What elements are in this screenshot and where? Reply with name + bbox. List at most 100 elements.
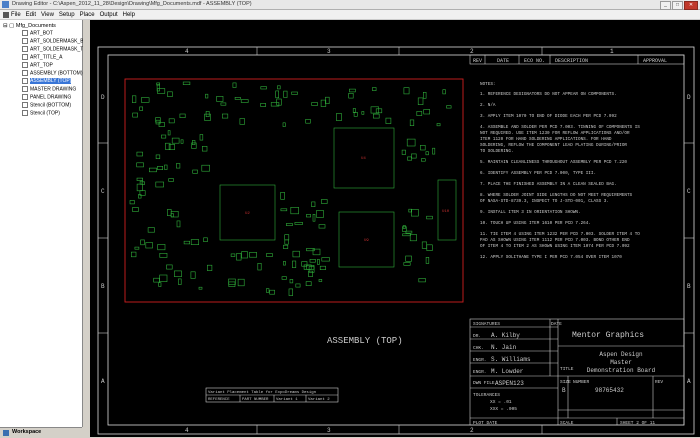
component-footprint — [425, 257, 430, 264]
tree-item-master-drawing[interactable]: MASTER DRAWING — [22, 86, 76, 92]
component-footprint — [290, 207, 299, 215]
component-footprint — [257, 263, 262, 271]
rev-label: REV — [655, 379, 663, 385]
component-footprint — [222, 113, 229, 119]
tolerance-xxx: XXX = .005 — [490, 406, 517, 412]
menu-file[interactable]: File — [11, 12, 21, 18]
number-value: 98765432 — [595, 387, 624, 394]
sheet-icon — [22, 94, 28, 100]
drawing-canvas[interactable]: 4 3 2 1 4 3 2 D C B A D C B A REV DATE E… — [90, 20, 700, 437]
sig-name-chk: N. Jain — [491, 344, 517, 351]
component-footprint — [275, 90, 279, 99]
component-footprint — [409, 119, 415, 127]
component-footprint — [420, 158, 426, 162]
component-footprint — [306, 214, 311, 218]
sheet-icon — [22, 102, 28, 108]
menu-help[interactable]: Help — [123, 12, 135, 18]
component-footprint — [292, 260, 297, 268]
component-footprint — [283, 90, 288, 98]
component-footprint — [140, 97, 150, 103]
component-footprint — [319, 265, 326, 270]
component-footprint — [403, 262, 411, 266]
zone-col-2-bottom: 2 — [470, 427, 474, 434]
component-footprint — [155, 117, 161, 123]
dwn-file-value: ASPEN123 — [495, 380, 524, 387]
component-footprint — [220, 102, 227, 106]
menu-output[interactable]: Output — [100, 12, 118, 18]
component-footprint — [353, 112, 358, 117]
component-footprint — [260, 86, 267, 90]
component-footprint — [312, 214, 316, 222]
component-footprint — [147, 227, 155, 233]
note-line: ITEM 1120 FOR HAND SOLDERING APPLICATION… — [480, 137, 612, 142]
menu-edit[interactable]: Edit — [26, 12, 36, 18]
component-footprint — [292, 250, 300, 258]
component-footprint — [234, 97, 241, 100]
component-footprint — [266, 288, 270, 293]
sheet-icon — [22, 110, 28, 116]
zone-col-3-top: 3 — [327, 48, 331, 55]
component-footprint — [269, 289, 275, 295]
signatures-label: SIGNATURES — [473, 321, 500, 327]
component-footprint — [207, 264, 213, 271]
component-footprint — [284, 234, 290, 241]
note-line: 1. REFERENCE DESIGNATORS DO NOT APPEAR O… — [480, 92, 617, 97]
tree-item-assembly-top[interactable]: ASSEMBLY (TOP) — [22, 78, 72, 85]
component-footprint — [130, 251, 137, 258]
tree-item-stencil-top[interactable]: Stencil (TOP) — [22, 110, 60, 116]
component-footprint — [295, 283, 301, 288]
tree-item-stencil-bottom[interactable]: Stencil (BOTTOM) — [22, 102, 71, 108]
component-footprint — [204, 113, 211, 121]
date-label: DATE — [551, 321, 562, 327]
component-footprint — [176, 163, 181, 169]
zone-row-b-left: B — [101, 283, 105, 290]
maximize-button[interactable]: □ — [672, 1, 683, 10]
note-line: OF NASA-STD-8739.3, INSPECT TO J-STD-001… — [480, 199, 609, 204]
document-icon[interactable] — [3, 11, 9, 18]
component-footprint — [423, 109, 431, 115]
tree-root[interactable]: ⊟ ▢ Mfg_Documents — [3, 23, 56, 29]
sheet-icon — [22, 30, 28, 36]
note-line: 12. APPLY SOLITHANE TYPE I PER PCD 7.054… — [480, 255, 622, 260]
tree-item-art-title-a[interactable]: ART_TITLE_A — [22, 54, 62, 60]
component-footprint — [180, 139, 184, 144]
close-button[interactable]: ✕ — [684, 1, 698, 10]
zone-row-d-right: D — [687, 94, 691, 101]
component-footprint — [236, 253, 242, 261]
sheet-icon — [22, 62, 28, 68]
rev-header-description: DESCRIPTION — [555, 58, 588, 64]
component-footprint — [131, 207, 139, 212]
splitter[interactable] — [83, 20, 90, 437]
tree-item-assembly-bottom[interactable]: ASSEMBLY (BOTTOM) — [22, 70, 83, 76]
tree-item-art-soldermask-b[interactable]: ART_SOLDERMASK_B — [22, 38, 84, 44]
component-footprint — [168, 118, 175, 124]
variant-col-reference: REFERENCE — [208, 398, 230, 402]
component-footprint — [241, 251, 248, 259]
menu-view[interactable]: View — [41, 12, 54, 18]
menu-setup[interactable]: Setup — [59, 12, 75, 18]
component-footprint — [136, 162, 144, 168]
component-footprint — [159, 274, 168, 282]
minimize-button[interactable]: _ — [660, 1, 671, 10]
tree-item-art-bot[interactable]: ART_BOT — [22, 30, 53, 36]
note-line: 11. TIE ITEM 4 USING ITEM 1232 PER PCD 7… — [480, 232, 640, 237]
rev-header-eco: ECO NO. — [524, 58, 545, 64]
component-footprint — [249, 252, 257, 258]
component-footprint — [286, 223, 293, 226]
tree-item-art-top[interactable]: ART_TOP — [22, 62, 53, 68]
component-footprint — [132, 112, 138, 118]
tree-item-panel-drawing[interactable]: PANEL DRAWING — [22, 94, 71, 100]
component-footprint — [182, 81, 191, 86]
tree-item-art-soldermask-t[interactable]: ART_SOLDERMASK_T — [22, 46, 83, 52]
component-footprint — [167, 209, 172, 216]
component-footprint — [230, 253, 236, 257]
component-footprint — [283, 244, 289, 249]
note-line: 2. N/A — [480, 103, 496, 108]
component-footprint — [446, 105, 452, 109]
menu-place[interactable]: Place — [80, 12, 95, 18]
component-footprint — [417, 97, 424, 106]
scale-label: SCALE — [560, 420, 574, 426]
component-footprint — [375, 108, 383, 114]
workspace-tab[interactable]: Workspace — [0, 427, 82, 438]
chip-label-u2: U2 — [245, 212, 250, 216]
